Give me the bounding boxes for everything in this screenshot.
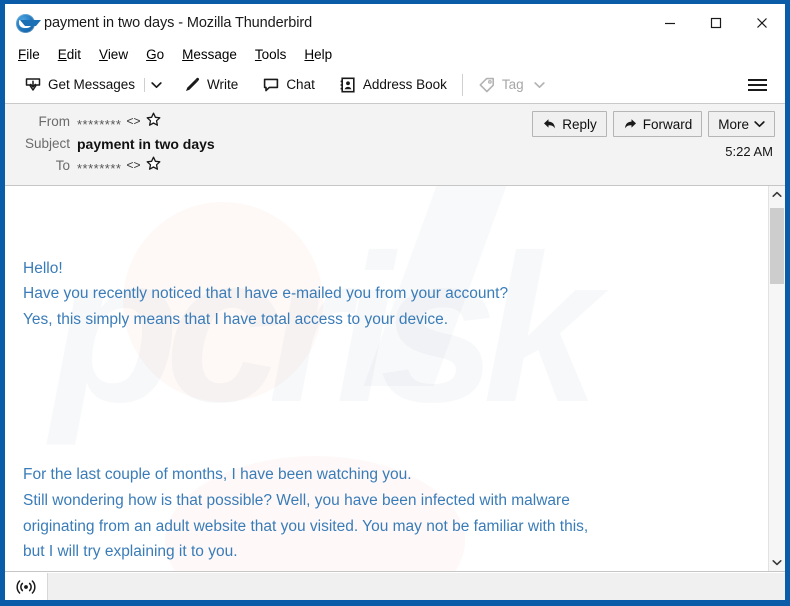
- minimize-icon: [665, 22, 675, 25]
- title-bar-left: payment in two days - Mozilla Thunderbir…: [5, 13, 647, 33]
- scrollbar-track[interactable]: [769, 203, 785, 554]
- write-label: Write: [207, 76, 239, 92]
- main-toolbar: Get Messages Write Chat Address Book Tag: [5, 66, 785, 104]
- scrollbar-thumb[interactable]: [770, 208, 784, 284]
- body-paragraph-2: For the last couple of months, I have be…: [23, 465, 589, 561]
- address-book-label: Address Book: [362, 76, 447, 92]
- to-star-icon[interactable]: [146, 156, 161, 178]
- get-messages-dropdown[interactable]: [144, 77, 168, 92]
- message-actions: Reply Forward More: [532, 111, 775, 137]
- window-content: payment in two days - Mozilla Thunderbir…: [5, 4, 785, 600]
- thunderbird-window: payment in two days - Mozilla Thunderbir…: [0, 0, 790, 606]
- from-address: <>: [126, 114, 141, 128]
- more-label: More: [718, 116, 749, 132]
- tag-icon: [479, 77, 494, 92]
- message-header: From ******** <> Subject payment in two …: [5, 104, 785, 186]
- more-chevron-down-icon: [754, 121, 765, 128]
- app-menu-button[interactable]: [742, 73, 773, 97]
- address-book-button[interactable]: Address Book: [332, 73, 454, 97]
- to-value[interactable]: ******** <>: [77, 155, 161, 177]
- address-book-icon: [340, 76, 355, 92]
- minimize-button[interactable]: [647, 4, 693, 42]
- menu-item-tools[interactable]: Tools: [255, 45, 296, 64]
- menu-item-message[interactable]: Message: [182, 45, 246, 64]
- chat-bubble-icon: [264, 78, 279, 91]
- menu-item-help[interactable]: Help: [304, 45, 341, 64]
- body-paragraph-1: Hello! Have you recently noticed that I …: [23, 259, 509, 329]
- connection-status[interactable]: [5, 572, 48, 600]
- tag-button[interactable]: Tag: [471, 73, 552, 97]
- chevron-up-icon: [772, 191, 782, 197]
- body-scrollbar[interactable]: [768, 186, 785, 571]
- get-messages-icon: [25, 77, 41, 91]
- reply-label: Reply: [562, 116, 597, 132]
- to-recipient: ********: [77, 161, 122, 176]
- status-text: [48, 572, 785, 600]
- body-paragraph-gap-1: [23, 385, 756, 411]
- status-bar: [5, 572, 785, 600]
- tag-chevron-down-icon: [534, 81, 545, 88]
- menu-item-view[interactable]: View: [99, 45, 137, 64]
- window-title: payment in two days - Mozilla Thunderbir…: [44, 15, 313, 31]
- message-timestamp: 5:22 AM: [725, 144, 773, 159]
- from-value[interactable]: ******** <>: [77, 111, 161, 133]
- get-messages-button[interactable]: Get Messages: [17, 73, 142, 97]
- menu-bar: File Edit View Go Message Tools Help: [5, 42, 785, 66]
- toolbar-separator: [461, 73, 463, 96]
- from-star-icon[interactable]: [146, 112, 161, 134]
- subject-value: payment in two days: [77, 136, 215, 152]
- app-menu-icon-line-2: [748, 83, 767, 86]
- maximize-icon: [710, 17, 722, 29]
- to-label: To: [55, 158, 70, 173]
- scrollbar-down-button[interactable]: [769, 554, 785, 571]
- app-menu-icon-line-3: [748, 88, 767, 91]
- reply-button[interactable]: Reply: [532, 111, 607, 137]
- forward-label: Forward: [642, 116, 693, 132]
- window-controls: [647, 4, 785, 42]
- write-button[interactable]: Write: [176, 73, 245, 97]
- from-sender: ********: [77, 117, 122, 132]
- message-body-area: pcrisk Hello! Have you recently noticed …: [5, 186, 785, 572]
- thunderbird-icon: [16, 13, 41, 33]
- menu-item-go[interactable]: Go: [146, 45, 173, 64]
- chat-button[interactable]: Chat: [255, 73, 322, 97]
- app-menu-icon-line-1: [748, 78, 767, 81]
- forward-icon: [624, 119, 636, 129]
- to-address: <>: [126, 158, 141, 172]
- forward-button[interactable]: Forward: [612, 111, 703, 137]
- menu-item-file[interactable]: File: [18, 45, 49, 64]
- pencil-icon: [186, 77, 200, 91]
- maximize-button[interactable]: [693, 4, 739, 42]
- chevron-down-icon: [151, 81, 162, 88]
- get-messages-label: Get Messages: [48, 76, 136, 92]
- menu-item-edit[interactable]: Edit: [58, 45, 90, 64]
- from-label: From: [38, 114, 71, 129]
- message-body-text: Hello! Have you recently noticed that I …: [5, 186, 768, 571]
- chevron-down-icon: [772, 560, 782, 566]
- broadcast-icon: [16, 579, 36, 594]
- subject-label: Subject: [24, 136, 70, 151]
- title-bar: payment in two days - Mozilla Thunderbir…: [5, 4, 785, 42]
- close-button[interactable]: [739, 4, 785, 42]
- scrollbar-up-button[interactable]: [769, 186, 785, 203]
- more-button[interactable]: More: [708, 111, 775, 137]
- reply-icon: [544, 119, 556, 129]
- to-row: To ******** <>: [15, 155, 775, 177]
- close-icon: [757, 18, 767, 28]
- chat-label: Chat: [286, 76, 315, 92]
- tag-label: Tag: [501, 76, 524, 92]
